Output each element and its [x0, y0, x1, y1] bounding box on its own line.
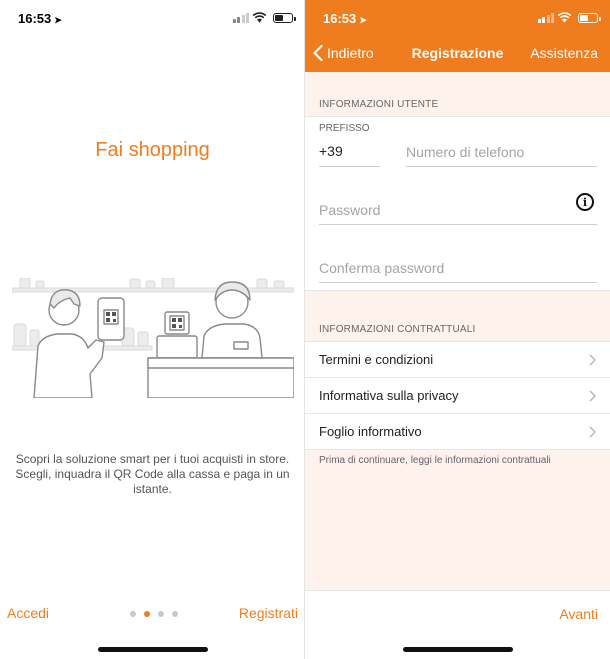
- contract-info-header: INFORMAZIONI CONTRATTUALI: [319, 324, 476, 335]
- user-info-header: INFORMAZIONI UTENTE: [319, 99, 439, 110]
- battery-icon: [273, 13, 296, 23]
- location-arrow-icon: ➤: [359, 15, 367, 25]
- onboarding-bottom-bar: Accedi Registrati: [0, 605, 305, 625]
- chevron-right-icon: [589, 390, 596, 402]
- list-item-label: Informativa sulla privacy: [319, 388, 459, 403]
- next-button[interactable]: Avanti: [559, 606, 598, 622]
- status-bar: 16:53 ➤: [0, 0, 305, 38]
- status-bar: 16:53 ➤: [305, 0, 610, 38]
- onboarding-description: Scopri la soluzione smart per i tuoi acq…: [15, 452, 290, 496]
- page-dot[interactable]: [158, 611, 164, 617]
- page-dot[interactable]: [144, 611, 150, 617]
- confirm-password-input[interactable]: Conferma password: [319, 260, 444, 276]
- prefix-label: PREFISSO: [319, 123, 370, 134]
- shopping-illustration: [12, 278, 294, 398]
- onboarding-title: Fai shopping: [95, 139, 210, 161]
- chevron-right-icon: [589, 354, 596, 366]
- status-time: 16:53 ➤: [18, 11, 62, 26]
- chevron-right-icon: [589, 426, 596, 438]
- info-icon[interactable]: i: [576, 193, 594, 211]
- status-time: 16:53 ➤: [323, 11, 367, 26]
- phone-underline: [406, 166, 597, 167]
- list-item-terms[interactable]: Termini e condizioni: [305, 342, 610, 377]
- page-dot[interactable]: [130, 611, 136, 617]
- location-arrow-icon: ➤: [54, 15, 62, 25]
- password-input[interactable]: Password: [319, 202, 380, 218]
- list-item-label: Termini e condizioni: [319, 352, 434, 367]
- help-button[interactable]: Assistenza: [530, 45, 598, 61]
- onboarding-screen: 16:53 ➤ Fai shopping Scopri la soluzione…: [0, 0, 305, 659]
- navigation-bar: 16:53 ➤ Indietro Registrazione Assistenza: [305, 0, 610, 72]
- signal-icon: [537, 13, 554, 23]
- wifi-icon: [252, 12, 267, 23]
- list-item-privacy[interactable]: Informativa sulla privacy: [305, 378, 610, 413]
- form-bottom-border: [305, 290, 610, 291]
- battery-icon: [578, 13, 601, 23]
- home-indicator[interactable]: [98, 647, 208, 652]
- home-indicator[interactable]: [403, 647, 513, 652]
- confirm-password-underline: [319, 282, 597, 283]
- list-item-label: Foglio informativo: [319, 424, 422, 439]
- password-underline: [319, 224, 597, 225]
- contract-note: Prima di continuare, leggi le informazio…: [319, 455, 551, 466]
- register-button[interactable]: Registrati: [239, 605, 298, 621]
- page-dot[interactable]: [172, 611, 178, 617]
- chevron-left-icon: [313, 45, 323, 61]
- form-top-border: [305, 116, 610, 117]
- registration-screen: 16:53 ➤ Indietro Registrazione Assistenza…: [305, 0, 610, 659]
- phone-input[interactable]: Numero di telefono: [406, 144, 524, 160]
- back-button[interactable]: Indietro: [313, 45, 374, 61]
- wifi-icon: [557, 12, 572, 23]
- login-button[interactable]: Accedi: [7, 605, 49, 621]
- prefix-underline: [319, 166, 380, 167]
- list-bottom-border: [305, 449, 610, 450]
- signal-icon: [232, 13, 249, 23]
- prefix-field[interactable]: +39: [319, 143, 343, 159]
- list-item-info-sheet[interactable]: Foglio informativo: [305, 414, 610, 449]
- back-label: Indietro: [327, 45, 374, 61]
- page-indicator[interactable]: [130, 611, 178, 617]
